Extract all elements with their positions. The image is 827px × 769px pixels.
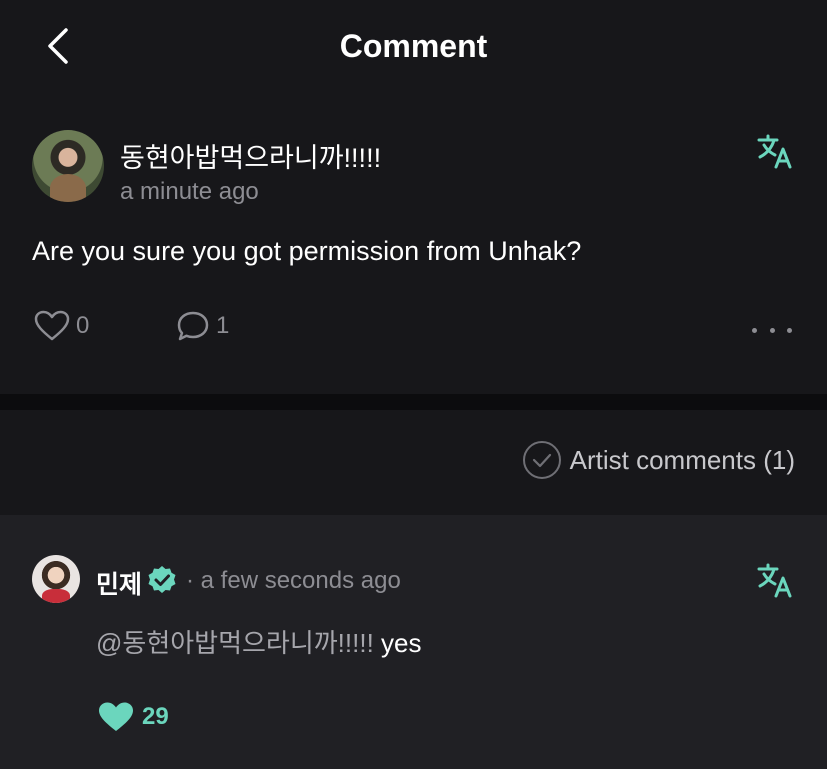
reply-timestamp: · a few seconds ago [186, 567, 401, 594]
header-bar: Comment [0, 0, 827, 96]
heart-icon [34, 310, 70, 341]
section-divider [0, 394, 827, 410]
like-button[interactable]: 0 [34, 310, 89, 342]
verified-badge-icon [148, 566, 176, 593]
more-dots-icon [769, 327, 775, 333]
translate-button[interactable] [755, 132, 795, 172]
artist-comments-filter[interactable]: Artist comments (1) [522, 440, 795, 480]
translate-icon [757, 134, 792, 169]
reply-button[interactable]: 1 [176, 310, 229, 342]
heart-filled-icon [99, 702, 133, 731]
translate-icon [757, 563, 792, 598]
more-dots-icon [752, 327, 757, 333]
translate-button[interactable] [755, 561, 795, 601]
like-count: 0 [76, 312, 90, 339]
like-button[interactable]: 29 [98, 701, 169, 733]
artist-comments-label: Artist comments (1) [569, 444, 795, 475]
reply-text: @동현아밥먹으라니까!!!!! yes [96, 623, 421, 660]
reply-count: 1 [216, 312, 230, 339]
reply-body: yes [373, 628, 422, 658]
avatar[interactable] [32, 555, 80, 603]
avatar[interactable] [32, 130, 104, 202]
like-count: 29 [142, 703, 169, 730]
comment-bubble-icon [177, 311, 209, 341]
filter-bar: Artist comments (1) [0, 410, 827, 515]
comment-username[interactable]: 동현아밥먹으라니까!!!!! [120, 136, 381, 175]
mention-link[interactable]: @동현아밥먹으라니까!!!!! [96, 628, 374, 658]
more-dots-icon [787, 327, 792, 333]
comment-timestamp: a minute ago [120, 178, 259, 205]
comment-post: 동현아밥먹으라니까!!!!! a minute ago Are you sure… [0, 96, 827, 394]
check-circle-icon [522, 441, 561, 479]
reply-username[interactable]: 민제 [96, 565, 142, 601]
page-title: Comment [339, 28, 488, 64]
reply-comment: 민제 · a few seconds ago @동현아밥먹으라니까!!!!! y… [0, 515, 827, 769]
more-options-button[interactable] [752, 318, 792, 342]
comment-text: Are you sure you got permission from Unh… [32, 236, 582, 266]
